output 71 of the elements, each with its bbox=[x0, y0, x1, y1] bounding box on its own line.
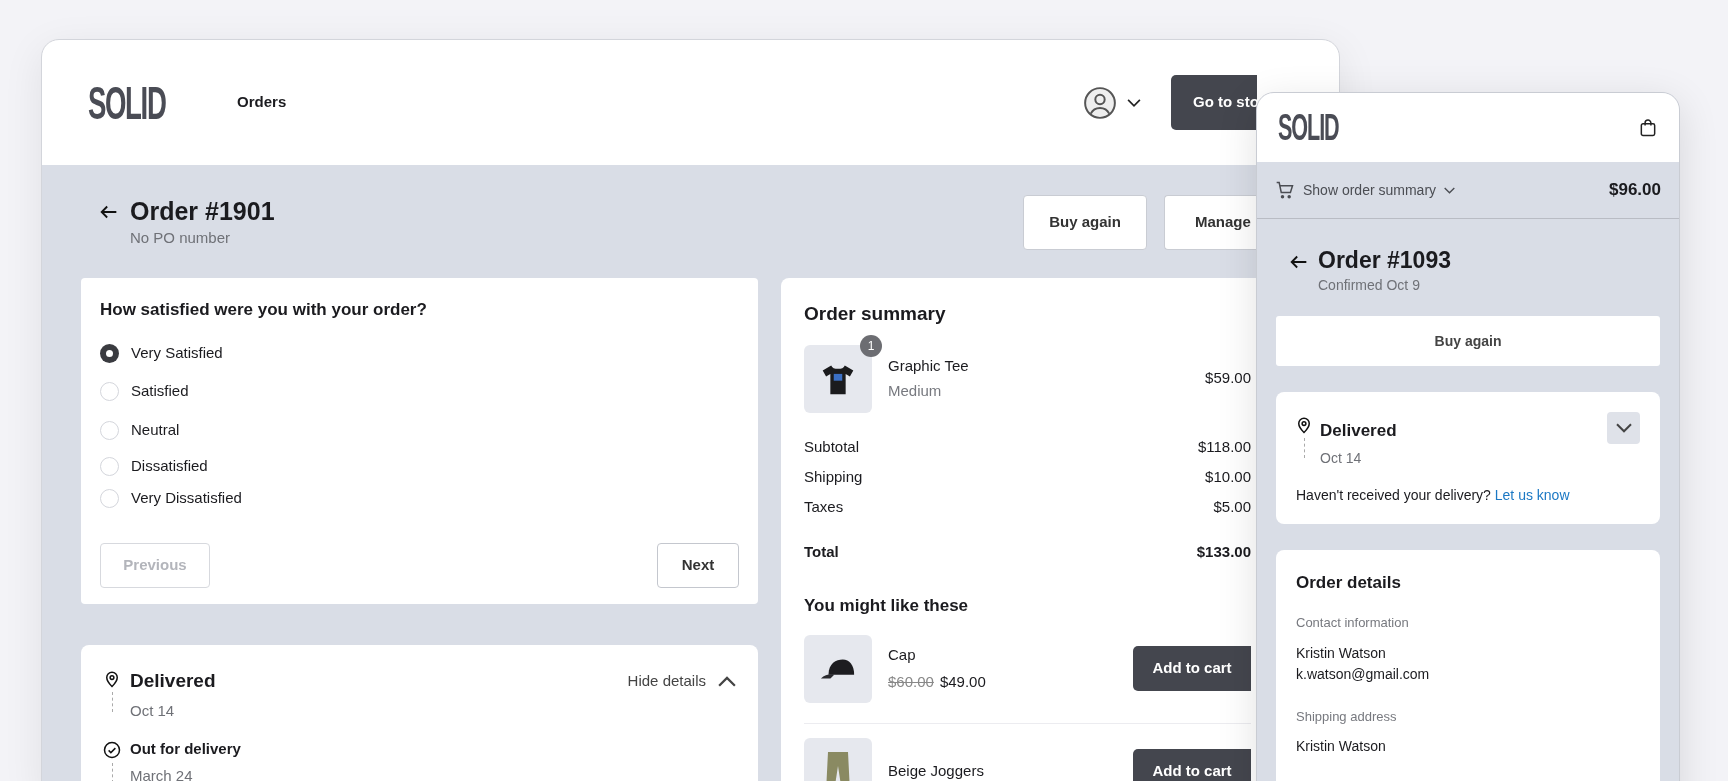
section-label: Contact information bbox=[1296, 614, 1410, 632]
logo: SOLID bbox=[1278, 109, 1339, 146]
delivery-status: Delivered bbox=[1320, 420, 1398, 442]
hide-details-button[interactable]: Hide details bbox=[627, 670, 736, 693]
let-us-know-link[interactable]: Let us know bbox=[1494, 486, 1570, 503]
total-value: $10.00 bbox=[1205, 467, 1251, 488]
pants-drawing bbox=[825, 751, 851, 781]
total-label: Subtotal bbox=[804, 437, 860, 458]
radio-button[interactable] bbox=[100, 489, 119, 508]
chevron-down-icon bbox=[1615, 423, 1632, 433]
delivery-status: Delivered bbox=[130, 669, 216, 693]
buy-again-button[interactable]: Buy again bbox=[1276, 316, 1660, 366]
radio-option[interactable]: Very Satisfied bbox=[100, 334, 739, 373]
total-label: Taxes bbox=[804, 497, 844, 518]
summary-total: $96.00 bbox=[1609, 179, 1661, 202]
add-to-cart-button[interactable]: Add to cart bbox=[1133, 646, 1251, 691]
survey-question: How satisfied were you with your order? bbox=[100, 299, 428, 321]
expand-button[interactable] bbox=[1607, 412, 1640, 444]
radio-button[interactable] bbox=[100, 344, 119, 363]
detail-line: k.watson@gmail.com bbox=[1296, 664, 1431, 684]
product-name: Cap bbox=[888, 645, 917, 665]
location-pin-icon bbox=[1295, 416, 1313, 434]
check-circle-icon bbox=[103, 741, 121, 759]
radio-option[interactable]: Neutral bbox=[100, 410, 739, 451]
product-variant: Medium bbox=[888, 381, 943, 401]
order-summary-toggle[interactable]: Show order summary bbox=[1275, 179, 1456, 201]
order-title: Order #1901 bbox=[130, 196, 275, 227]
original-price: $60.00 bbox=[888, 671, 934, 692]
order-subtitle: No PO number bbox=[130, 228, 232, 248]
radio-option[interactable]: Dissatisfied bbox=[100, 450, 739, 483]
detail-line: Kristin Watson bbox=[1296, 643, 1387, 663]
quantity-badge: 1 bbox=[860, 334, 882, 357]
logo: SOLID bbox=[88, 79, 166, 126]
delivery-date: Oct 14 bbox=[130, 700, 176, 721]
shopping-bag-icon[interactable] bbox=[1638, 117, 1658, 138]
chevron-down-icon bbox=[1127, 98, 1141, 107]
order-subtitle: Confirmed Oct 9 bbox=[1318, 276, 1421, 295]
product-name: Graphic Tee bbox=[888, 355, 970, 376]
buy-again-button[interactable]: Buy again bbox=[1023, 195, 1147, 250]
cart-icon bbox=[1275, 180, 1295, 200]
sale-price: $49.00 bbox=[939, 671, 986, 692]
total-label: Total bbox=[804, 541, 839, 562]
recommendations-title: You might like these bbox=[804, 595, 970, 617]
location-pin-icon bbox=[103, 670, 121, 688]
detail-line: Kristin Watson bbox=[1296, 737, 1387, 756]
add-to-cart-button[interactable]: Add to cart bbox=[1133, 749, 1251, 781]
delivery-date: March 24 bbox=[130, 765, 194, 781]
radio-button[interactable] bbox=[100, 421, 119, 440]
delivery-help-text: Haven't received your delivery? Let us know bbox=[1296, 485, 1571, 505]
total-value: $5.00 bbox=[1213, 497, 1251, 518]
radio-button[interactable] bbox=[100, 382, 119, 401]
product-name: Beige Joggers bbox=[888, 761, 985, 781]
order-details-title: Order details bbox=[1296, 571, 1402, 594]
chevron-down-icon bbox=[1444, 186, 1456, 194]
radio-option[interactable]: Very Dissatisfied bbox=[100, 482, 739, 515]
user-avatar-icon[interactable] bbox=[1083, 85, 1117, 120]
radio-option[interactable]: Satisfied bbox=[100, 372, 739, 411]
product-price: $59.00 bbox=[1205, 368, 1251, 389]
total-label: Shipping bbox=[804, 467, 863, 488]
radio-button[interactable] bbox=[100, 457, 119, 476]
section-label: Shipping address bbox=[1296, 707, 1398, 726]
next-button[interactable]: Next bbox=[657, 542, 739, 588]
delivery-status: Out for delivery bbox=[130, 739, 241, 759]
total-value: $133.00 bbox=[1196, 541, 1251, 562]
manage-button[interactable]: Manage bbox=[1164, 195, 1257, 250]
nav-link[interactable]: Orders bbox=[237, 91, 287, 114]
summary-title: Order summary bbox=[804, 302, 947, 326]
chevron-up-icon bbox=[718, 675, 736, 687]
order-title: Order #1093 bbox=[1318, 246, 1451, 275]
total-value: $118.00 bbox=[1197, 437, 1251, 458]
delivery-date: Oct 14 bbox=[1320, 448, 1363, 468]
